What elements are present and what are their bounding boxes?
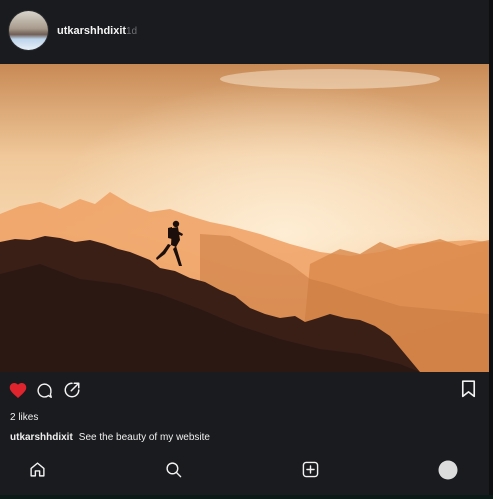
post-image[interactable] xyxy=(0,64,489,372)
caption-text: See the beauty of my website xyxy=(78,432,210,443)
home-icon[interactable] xyxy=(29,461,46,478)
caption-username[interactable]: utkarshhdixit xyxy=(10,432,73,443)
avatar-icon[interactable] xyxy=(438,460,458,480)
avatar[interactable] xyxy=(9,11,48,50)
heart-icon[interactable] xyxy=(9,382,27,399)
bottom-divider xyxy=(0,495,493,499)
app-frame: utkarshhdixit 1d 2 likes utkarshhdixit S… xyxy=(0,0,489,499)
likes-count[interactable]: 2 likes xyxy=(10,412,38,423)
post-header: utkarshhdixit 1d xyxy=(0,0,489,62)
post-actions xyxy=(0,372,489,410)
share-icon[interactable] xyxy=(63,381,81,399)
search-icon[interactable] xyxy=(165,461,182,478)
post-username[interactable]: utkarshhdixit xyxy=(57,25,126,37)
plus-square-icon[interactable] xyxy=(302,461,319,478)
post-time: 1d xyxy=(126,26,138,37)
scrollbar[interactable] xyxy=(489,0,493,499)
post-caption: utkarshhdixit See the beauty of my websit… xyxy=(10,432,210,443)
bottom-nav xyxy=(0,449,489,495)
bookmark-icon[interactable] xyxy=(461,380,476,398)
comment-icon[interactable] xyxy=(36,382,53,399)
